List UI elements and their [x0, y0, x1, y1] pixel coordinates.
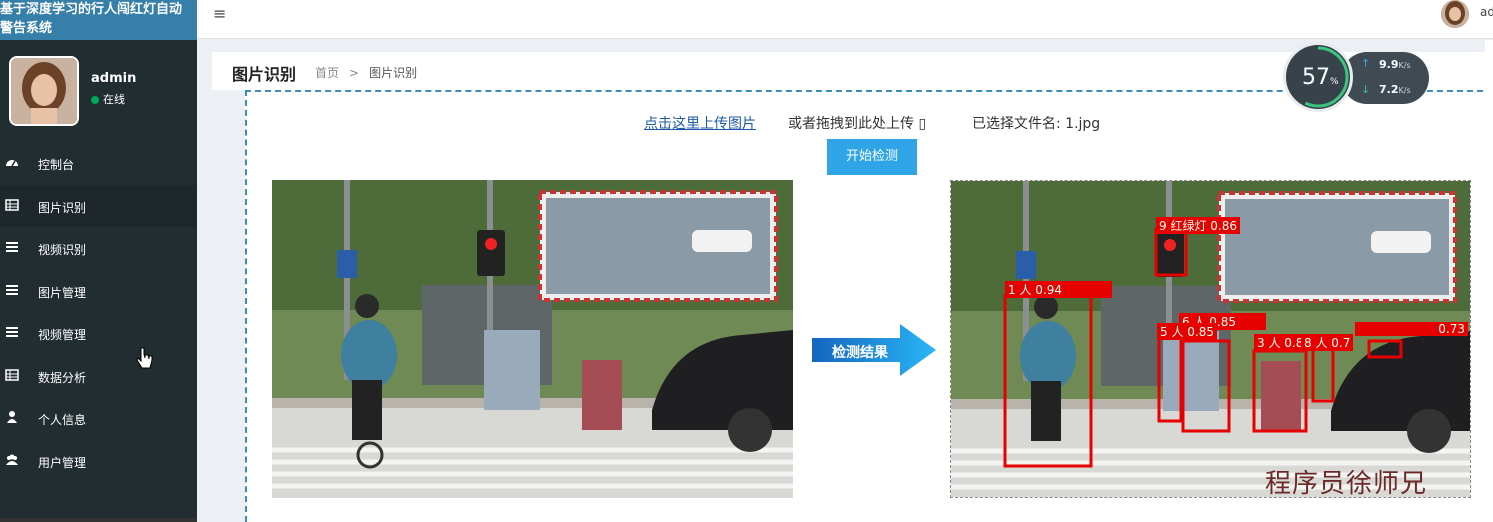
sidebar-item-label: 视频管理: [38, 328, 87, 342]
breadcrumb-home[interactable]: 首页: [315, 66, 339, 80]
sidebar-item-video-management[interactable]: 视频管理: [0, 312, 197, 355]
speed-pill: ↑ 9.9K/s ↓ 7.2K/s: [1341, 52, 1429, 104]
sidebar-item-dashboard[interactable]: 控制台: [0, 142, 197, 185]
sidebar-item-label: 控制台: [38, 158, 75, 172]
cpu-gauge: 57 %: [1283, 42, 1353, 112]
header-user-name[interactable]: adı: [1480, 5, 1493, 19]
result-arrow: 检测结果: [812, 322, 937, 378]
breadcrumb: 首页 > 图片识别: [315, 64, 417, 81]
table-icon: [5, 368, 19, 381]
list-icon: [6, 242, 18, 252]
detection-label: 1 人 0.94: [1005, 281, 1112, 298]
header-avatar[interactable]: [1441, 0, 1469, 28]
user-panel: admin 在线: [0, 40, 197, 140]
cpu-percent: 57: [1302, 65, 1330, 90]
breadcrumb-current: 图片识别: [369, 66, 418, 80]
start-detection-button[interactable]: 开始检测: [827, 139, 917, 175]
sidebar-item-label: 用户管理: [38, 455, 87, 470]
status-label: 在线: [103, 93, 125, 106]
pointer-cursor-icon: [136, 347, 153, 369]
detection-label: 9 红绿灯 0.86: [1156, 217, 1240, 234]
sidebar-item-label: 视频识别: [38, 243, 87, 257]
upload-link[interactable]: 点击这里上传图片: [644, 113, 756, 133]
page-title: 图片识别: [232, 65, 297, 84]
network-speed-widget[interactable]: ↑ 9.9K/s ↓ 7.2K/s 57 %: [1283, 42, 1429, 114]
sidebar-menu: 控制台 图片识别 视频识别 图片管理 视频管理 数据分析 个人信息 用户管理: [0, 142, 197, 482]
drag-hint: 或者拖拽到此处上传 ▯: [788, 116, 927, 132]
upload-arrow-icon: ↑: [1361, 57, 1371, 70]
users-icon: [6, 454, 18, 465]
online-dot-icon: [91, 96, 99, 104]
cpu-percent-unit: %: [1330, 77, 1339, 87]
sidebar-item-label: 图片管理: [38, 285, 87, 300]
table-icon: [5, 198, 19, 211]
upload-speed: 9.9K/s: [1379, 58, 1411, 71]
list-icon: [6, 327, 18, 337]
dashboard-icon: [6, 160, 18, 167]
menu-toggle-icon[interactable]: ≡: [213, 4, 226, 23]
sidebar-item-image-management[interactable]: 图片管理: [0, 270, 197, 313]
arrow-label: 检测结果: [832, 345, 888, 361]
download-speed: 7.2K/s: [1379, 83, 1411, 96]
detection-label: 5 人 0.85: [1157, 323, 1217, 340]
avatar: [9, 56, 79, 126]
detection-label: 0.73: [1355, 322, 1468, 336]
sidebar: 基于深度学习的行人闯红灯自动警告系统 admin 在线 控制台 图片识别 视频识…: [0, 0, 197, 522]
taskbar-edge: [0, 518, 197, 522]
sidebar-item-profile[interactable]: 个人信息: [0, 397, 197, 440]
result-image: 9 红绿灯 0.86 1 人 0.94 6 人 0.85 5 人 0.85 3 …: [950, 180, 1471, 498]
user-icon: [7, 411, 17, 423]
scrollbar-track[interactable]: [1485, 40, 1493, 522]
detection-label: 3 人 0.8: [1254, 334, 1307, 351]
user-status: 在线: [91, 91, 125, 107]
sidebar-item-label: 图片识别: [38, 200, 87, 215]
sidebar-item-data-analysis[interactable]: 数据分析: [0, 355, 197, 398]
sidebar-item-image-recognition[interactable]: 图片识别: [0, 184, 197, 227]
sidebar-item-video-recognition[interactable]: 视频识别: [0, 227, 197, 270]
app-title: 基于深度学习的行人闯红灯自动警告系统: [0, 2, 183, 36]
top-header: ≡ adı: [197, 0, 1493, 39]
selected-file-name: 已选择文件名: 1.jpg: [972, 116, 1101, 132]
brand-bar: 基于深度学习的行人闯红灯自动警告系统: [0, 0, 197, 40]
user-name: admin: [91, 71, 137, 86]
breadcrumb-separator: >: [349, 66, 360, 80]
sidebar-item-label: 数据分析: [38, 370, 87, 385]
list-icon: [6, 284, 18, 295]
watermark: 程序员徐师兄: [1265, 469, 1428, 499]
original-image: [272, 180, 793, 498]
sidebar-item-label: 个人信息: [38, 413, 87, 427]
sidebar-item-user-management[interactable]: 用户管理: [0, 440, 197, 483]
download-arrow-icon: ↓: [1361, 83, 1371, 96]
detection-label: 8 人 0.7: [1301, 334, 1354, 351]
